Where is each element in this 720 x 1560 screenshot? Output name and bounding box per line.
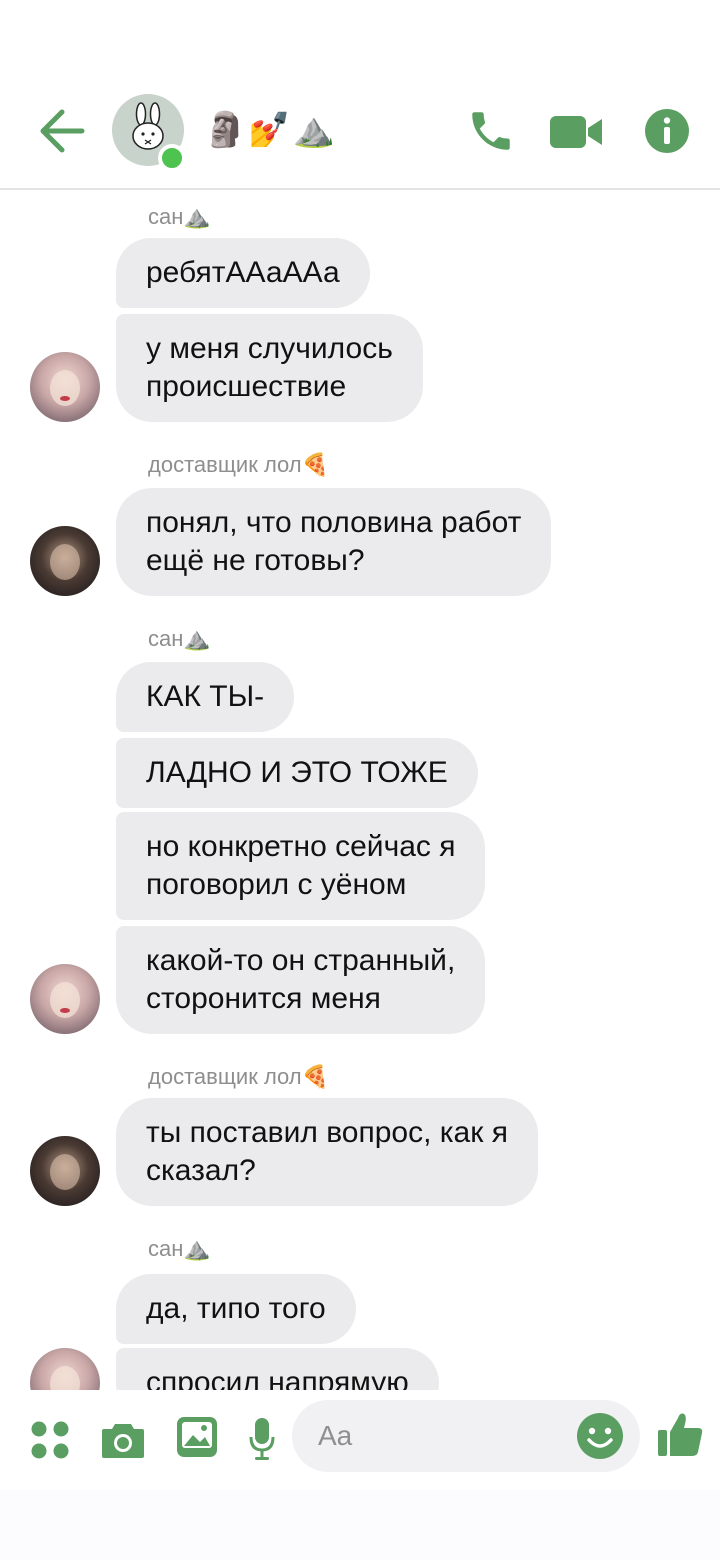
message-bubble[interactable]: у меня случилось происшествие <box>116 314 423 422</box>
sender-avatar[interactable] <box>30 352 100 422</box>
phone-icon <box>472 112 510 150</box>
sender-name: доставщик лол🍕 <box>148 452 330 477</box>
message-list[interactable]: сан⛰️ ребятААаААа у меня случилось проис… <box>0 190 720 1390</box>
sender-avatar[interactable] <box>30 964 100 1034</box>
chat-header: 🗿💅⛰️ <box>0 70 720 190</box>
sender-avatar[interactable] <box>30 526 100 596</box>
message-bubble[interactable]: ты поставил вопрос, как я сказал? <box>116 1098 538 1206</box>
sender-name: сан⛰️ <box>148 626 211 651</box>
apps-button[interactable] <box>30 1420 70 1460</box>
smiley-icon <box>577 1413 623 1459</box>
microphone-icon <box>249 1418 275 1460</box>
message-bubble[interactable]: но конкретно сейчас я поговорил с уёном <box>116 812 486 920</box>
camera-icon <box>102 1424 144 1458</box>
sender-avatar[interactable] <box>30 1348 100 1390</box>
message-bubble[interactable]: ребятААаААа <box>116 238 370 308</box>
gallery-button[interactable] <box>176 1416 218 1458</box>
message-bubble[interactable]: какой-то он странный, сторонится меня <box>116 926 486 1034</box>
sender-avatar[interactable] <box>30 1136 100 1206</box>
apps-grid-icon <box>31 1421 69 1459</box>
info-button[interactable] <box>644 108 690 154</box>
info-icon <box>645 109 689 153</box>
message-bubble[interactable]: понял, что половина работ ещё не готовы? <box>116 488 552 596</box>
sender-name: сан⛰️ <box>148 1236 211 1261</box>
sender-name: доставщик лол🍕 <box>148 1064 330 1089</box>
arrow-left-icon <box>40 109 85 153</box>
emoji-button[interactable] <box>576 1412 624 1460</box>
video-camera-icon <box>550 116 602 148</box>
sender-name: сан⛰️ <box>148 204 211 229</box>
message-bubble[interactable]: да, типо того <box>116 1274 356 1344</box>
like-button[interactable] <box>656 1410 704 1458</box>
thumbs-up-icon <box>658 1413 703 1456</box>
camera-button[interactable] <box>100 1420 146 1460</box>
chat-title[interactable]: 🗿💅⛰️ <box>204 110 337 150</box>
video-call-button[interactable] <box>548 110 604 154</box>
image-icon <box>177 1417 217 1457</box>
audio-call-button[interactable] <box>466 106 516 156</box>
message-bubble[interactable]: ЛАДНО И ЭТО ТОЖЕ <box>116 738 478 808</box>
message-bubble[interactable]: КАК ТЫ- <box>116 662 295 732</box>
back-button[interactable] <box>36 106 88 156</box>
chat-screen: 🗿💅⛰️ сан⛰️ ребятААаААа у меня случилось … <box>0 0 720 1560</box>
online-status-dot <box>158 144 186 172</box>
microphone-button[interactable] <box>248 1416 276 1462</box>
message-composer <box>0 1390 720 1490</box>
message-bubble[interactable]: спросил напрямую <box>116 1348 439 1390</box>
system-navigation-area <box>0 1490 720 1560</box>
